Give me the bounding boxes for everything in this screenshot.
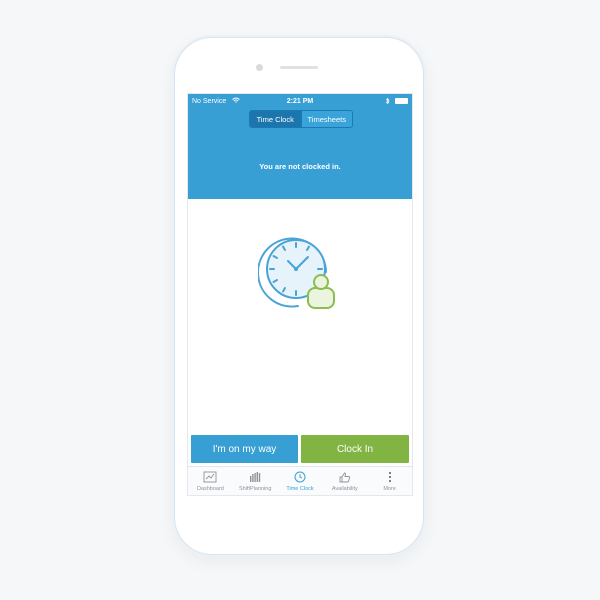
tab-more-label: More bbox=[383, 486, 396, 492]
more-vertical-icon bbox=[388, 471, 391, 483]
tab-more[interactable]: More bbox=[367, 467, 412, 495]
on-my-way-button[interactable]: I'm on my way bbox=[191, 435, 298, 463]
tab-time-clock[interactable]: Time Clock bbox=[250, 111, 301, 127]
tab-dashboard-label: Dashboard bbox=[196, 486, 224, 492]
schedule-grid-icon bbox=[250, 472, 261, 482]
bottom-tab-bar: Dashboard ShiftPlanning Time Clock Avail… bbox=[188, 466, 412, 495]
clock-in-button[interactable]: Clock In bbox=[301, 435, 409, 463]
clock-status-message: You are not clocked in. bbox=[259, 162, 341, 171]
clock-person-illustration bbox=[257, 232, 340, 314]
earpiece-speaker bbox=[280, 66, 318, 69]
status-bar: No Service 2:21 PM bbox=[188, 96, 412, 108]
thumbs-up-icon bbox=[339, 472, 350, 483]
tab-availability-label: Availability bbox=[331, 486, 358, 492]
tab-availability[interactable]: Availability bbox=[322, 467, 367, 495]
tab-shiftplanning-label: ShiftPlanning bbox=[238, 486, 272, 492]
tab-dashboard[interactable]: Dashboard bbox=[188, 467, 233, 495]
tab-shiftplanning[interactable]: ShiftPlanning bbox=[233, 467, 278, 495]
front-camera bbox=[256, 64, 263, 71]
header-panel: No Service 2:21 PM Time Clock Timesheets… bbox=[188, 94, 412, 199]
tab-time-clock-nav[interactable]: Time Clock bbox=[278, 467, 323, 495]
bluetooth-icon bbox=[385, 97, 390, 107]
clock-icon bbox=[294, 471, 306, 483]
chart-icon bbox=[203, 471, 217, 483]
status-time: 2:21 PM bbox=[286, 98, 314, 105]
tab-time-clock-label: Time Clock bbox=[286, 486, 314, 492]
segmented-control: Time Clock Timesheets bbox=[249, 110, 353, 128]
battery-icon bbox=[395, 98, 408, 104]
app-screen: No Service 2:21 PM Time Clock Timesheets… bbox=[187, 93, 413, 496]
tab-timesheets[interactable]: Timesheets bbox=[300, 111, 352, 127]
